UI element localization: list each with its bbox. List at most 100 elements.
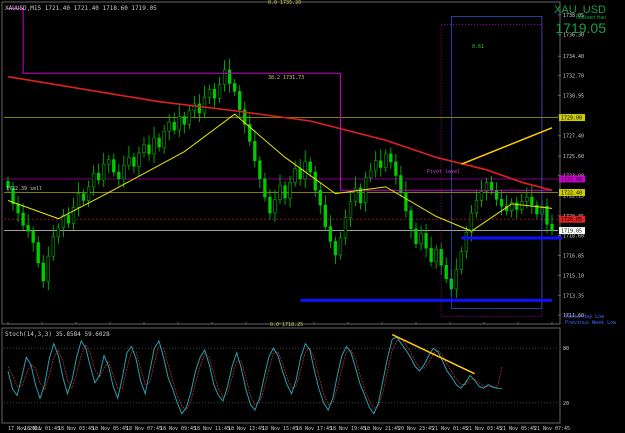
candle-body (127, 157, 131, 166)
candle-body (303, 161, 307, 180)
candle-body (293, 168, 297, 183)
candle-body (333, 241, 338, 256)
candle-body (469, 212, 474, 233)
pivot-label: Pivot level (427, 169, 460, 175)
candle-body (464, 232, 469, 252)
candle-body (61, 214, 66, 228)
candle-body (258, 160, 262, 180)
candle-body (91, 172, 96, 188)
candle-body (76, 193, 81, 208)
candle-body (313, 171, 317, 191)
fib-top-label: 0.0 1735.20 (268, 0, 301, 6)
time-axis-label: 21 Nov 03:45 (466, 426, 502, 432)
price-axis-label: 1716.85 (563, 254, 584, 260)
candle-body (31, 230, 35, 243)
candle-body (197, 103, 202, 114)
candle-body (414, 228, 418, 244)
time-axis-label: 21 Nov 07:45 (534, 426, 570, 432)
candle-body (16, 203, 20, 214)
candle-body (550, 224, 554, 231)
candle-body (263, 178, 267, 198)
candle-body (268, 196, 272, 214)
candle-body (338, 237, 343, 256)
candle-body (479, 191, 484, 201)
chart-canvas: 8020 17 Nov 201118 Nov 01:4518 Nov 03:45… (0, 0, 625, 433)
prev-week-low-label: Previous Week Low (565, 320, 617, 326)
candle-body (217, 84, 222, 99)
candle-body (343, 217, 348, 239)
fib-bottom-label: 0.0 1718.25 (270, 322, 303, 328)
time-axis-label: 18 Nov 03:45 (58, 426, 94, 432)
candle-body (238, 91, 242, 110)
candle-body (489, 182, 494, 191)
time-axis-label: 20 Nov 23:45 (398, 426, 434, 432)
candle-body (444, 264, 448, 280)
candle-body (384, 153, 388, 168)
candle-body (81, 193, 86, 201)
time-axis-label: 18 Nov 09:45 (160, 426, 196, 432)
candle-body (474, 200, 479, 214)
candle-body (177, 116, 181, 131)
price-axis-label: 1730.95 (563, 93, 584, 99)
candle-body (152, 137, 156, 155)
candle-body (212, 88, 217, 99)
time-axis-label: 21 Nov 05:45 (500, 426, 536, 432)
candle-body (454, 269, 458, 290)
candle-body (102, 163, 106, 181)
stoch-level-label: 80 (563, 346, 569, 352)
candle-body (21, 212, 25, 226)
time-axis-label: 18 Nov 07:45 (126, 426, 162, 432)
price-label-text: 1720.05 (561, 217, 582, 223)
candle-body (227, 69, 232, 84)
main-header: XAUUSD,M15 1721.40 1721.40 1718.60 1719.… (5, 5, 157, 12)
time-axis-label: 18 Nov 17:45 (296, 426, 332, 432)
stoch-level-label: 20 (563, 401, 569, 407)
candle-body (41, 262, 45, 282)
candle-body (71, 207, 76, 224)
price-label-text: 1723.60 (561, 177, 582, 183)
candle-body (112, 159, 116, 173)
candle-body (46, 255, 50, 282)
candle-body (404, 192, 408, 211)
candle-body (117, 171, 121, 180)
candle-body (288, 182, 292, 199)
candle-body (147, 144, 151, 155)
candle-body (167, 121, 171, 132)
candle-body (409, 210, 413, 230)
price-axis-label: 1713.35 (563, 293, 584, 299)
candle-body (545, 205, 549, 225)
time-axis-label: 21 Nov 01:45 (432, 426, 468, 432)
price-label-text: 1722.40 (561, 191, 582, 197)
candle-body (207, 88, 212, 98)
candle-body (202, 96, 207, 114)
candle-body (308, 161, 312, 173)
candle-body (107, 159, 111, 165)
price-label-text: 1729.00 (561, 116, 582, 122)
price-label-text: 1719.05 (561, 229, 582, 235)
candle-body (424, 233, 428, 249)
price-axis-label: 1734.40 (563, 54, 584, 60)
time-axis-label: 18 Nov 11:45 (194, 426, 230, 432)
candle-body (253, 141, 257, 161)
fib-mid-label: 38.2 1731.73 (268, 75, 304, 81)
candle-body (328, 226, 333, 242)
time-axis-label: 18 Nov 19:45 (330, 426, 366, 432)
candle-body (26, 225, 30, 232)
candle-body (66, 214, 71, 224)
candle-body (172, 121, 176, 131)
candle-body (142, 144, 146, 154)
time-axis-label: 18 Nov 15:45 (262, 426, 298, 432)
candle-body (233, 83, 237, 92)
candle-body (86, 186, 91, 201)
candle-body (494, 190, 499, 200)
candle-body (298, 168, 302, 180)
candle-body (51, 236, 55, 257)
candle-body (187, 110, 191, 125)
candle-body (122, 165, 126, 180)
time-axis-label: 18 Nov 13:45 (228, 426, 264, 432)
candle-body (137, 152, 141, 167)
candle-body (192, 103, 197, 112)
candle-body (434, 249, 438, 263)
candle-body (273, 199, 277, 214)
candle-body (182, 116, 186, 125)
